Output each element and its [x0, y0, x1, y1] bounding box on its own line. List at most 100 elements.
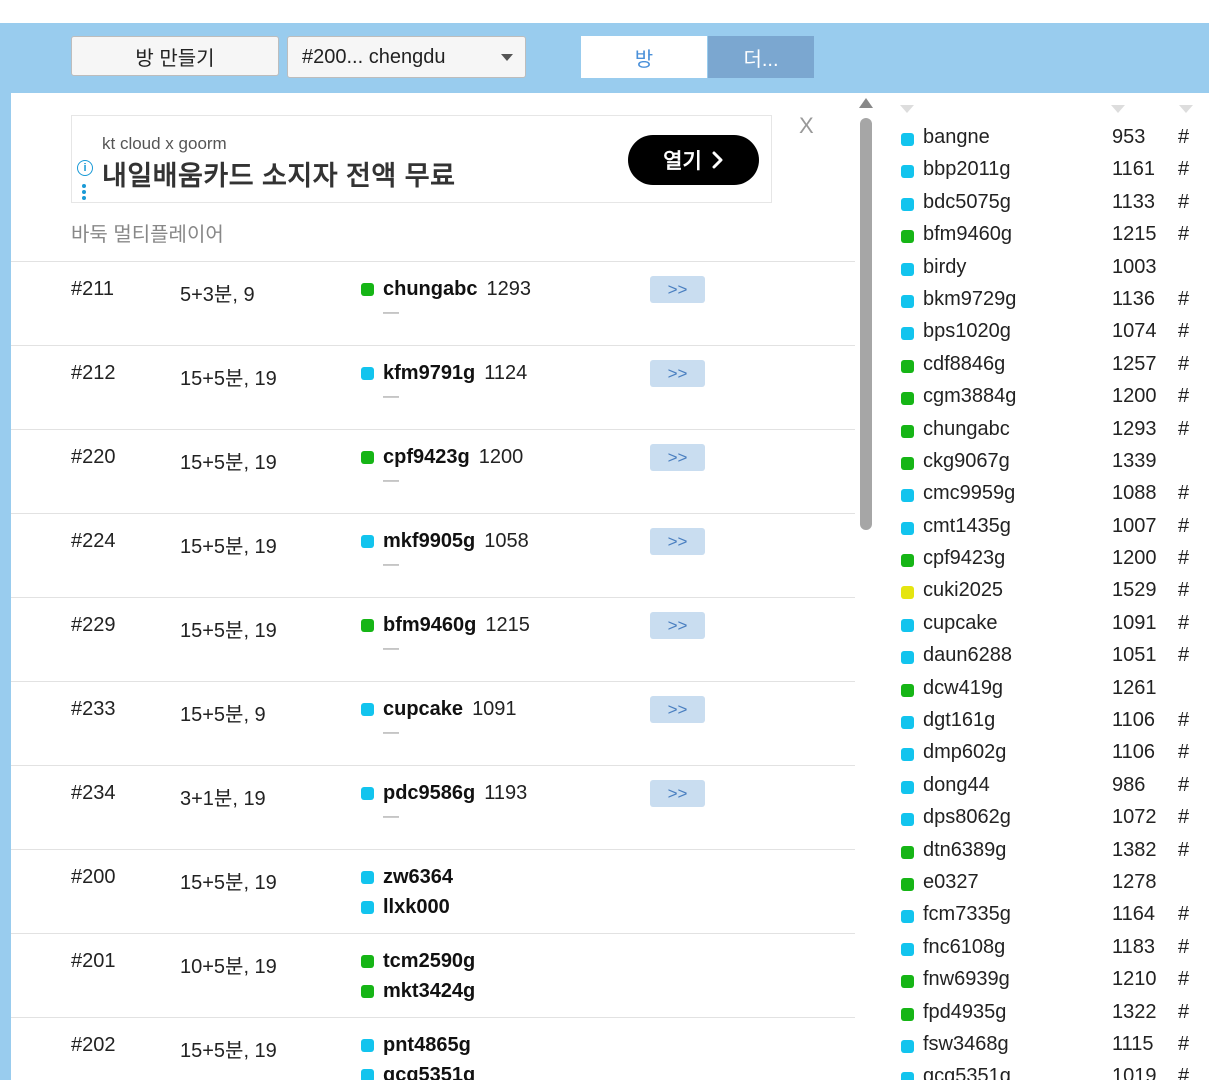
user-row[interactable]: fnw6939g 1210 # — [880, 964, 1209, 996]
room-row[interactable]: #224 15+5분, 19 mkf9905g 1058 — >> — [11, 513, 855, 597]
user-row[interactable]: dmp602g 1106 # — [880, 737, 1209, 769]
room-row[interactable]: #200 15+5분, 19 zw6364 llxk000 — [11, 849, 855, 933]
user-row[interactable]: cdf8846g 1257 # — [880, 349, 1209, 381]
room-player[interactable]: chungabc 1293 — [361, 278, 531, 301]
tab-more[interactable]: 더... — [708, 36, 814, 78]
ad-banner[interactable]: i kt cloud x goorm 내일배움카드 소지자 전액 무료 열기 — [71, 115, 772, 203]
watch-button[interactable]: >> — [650, 612, 705, 639]
ad-close-button[interactable]: X — [799, 113, 814, 139]
more-vertical-icon[interactable] — [82, 184, 86, 202]
sort-rating-icon[interactable] — [1111, 105, 1125, 113]
user-status-dot — [901, 618, 914, 632]
room-player[interactable]: bfm9460g 1215 — [361, 614, 530, 637]
room-player[interactable]: zw6364 — [361, 866, 453, 889]
user-row[interactable]: fsw3468g 1115 # — [880, 1029, 1209, 1061]
room-row[interactable]: #220 15+5분, 19 cpf9423g 1200 — >> — [11, 429, 855, 513]
user-row[interactable]: bangne 953 # — [880, 122, 1209, 154]
room-player[interactable]: tcm2590g — [361, 950, 475, 973]
room-player[interactable]: gcg5351g — [361, 1064, 475, 1080]
room-row[interactable]: #201 10+5분, 19 tcm2590g mkt3424g — [11, 933, 855, 1017]
user-status-dot — [901, 1072, 914, 1080]
user-row[interactable]: dong44 986 # — [880, 770, 1209, 802]
player-status-dot — [361, 901, 374, 914]
user-row[interactable]: dps8062g 1072 # — [880, 802, 1209, 834]
watch-button[interactable]: >> — [650, 444, 705, 471]
user-row[interactable]: bbp2011g 1161 # — [880, 154, 1209, 186]
room-player[interactable]: mkf9905g 1058 — [361, 530, 529, 553]
user-status-dot — [901, 554, 914, 568]
user-status-dot — [901, 651, 914, 665]
user-row[interactable]: dcw419g 1261 — [880, 673, 1209, 705]
watch-button[interactable]: >> — [650, 780, 705, 807]
user-row[interactable]: ckg9067g 1339 — [880, 446, 1209, 478]
watch-button[interactable]: >> — [650, 276, 705, 303]
player-name: tcm2590g — [383, 950, 476, 972]
user-row[interactable]: cmc9959g 1088 # — [880, 478, 1209, 510]
user-row[interactable]: gcg5351g 1019 # — [880, 1061, 1209, 1080]
room-player[interactable]: cpf9423g 1200 — [361, 446, 523, 469]
tab-room[interactable]: 방 — [581, 36, 707, 78]
user-row[interactable]: dgt161g 1106 # — [880, 705, 1209, 737]
room-row[interactable]: #212 15+5분, 19 kfm9791g 1124 — >> — [11, 345, 855, 429]
room-player[interactable]: pdc9586g 1193 — [361, 782, 527, 805]
user-rating: 1074 — [1112, 320, 1157, 343]
user-row[interactable]: cpf9423g 1200 # — [880, 543, 1209, 575]
room-row[interactable]: #229 15+5분, 19 bfm9460g 1215 — >> — [11, 597, 855, 681]
user-row[interactable]: bfm9460g 1215 # — [880, 219, 1209, 251]
user-row[interactable]: cgm3884g 1200 # — [880, 381, 1209, 413]
scrollbar-thumb[interactable] — [860, 118, 872, 530]
user-rating: 1339 — [1112, 449, 1157, 472]
info-icon[interactable]: i — [77, 160, 93, 176]
room-row[interactable]: #234 3+1분, 19 pdc9586g 1193 — >> — [11, 765, 855, 849]
room-player[interactable]: pnt4865g — [361, 1034, 471, 1057]
ad-open-button[interactable]: 열기 — [628, 135, 759, 185]
user-row[interactable]: cmt1435g 1007 # — [880, 511, 1209, 543]
user-name: gcg5351g — [923, 1065, 1011, 1080]
user-status-dot — [901, 262, 914, 276]
create-room-button[interactable]: 방 만들기 — [71, 36, 279, 76]
watch-button[interactable]: >> — [650, 360, 705, 387]
user-row[interactable]: fnc6108g 1183 # — [880, 932, 1209, 964]
room-select[interactable]: #200... chengdu — [287, 36, 526, 78]
room-player[interactable]: llxk000 — [361, 896, 450, 919]
user-row[interactable]: cupcake 1091 # — [880, 608, 1209, 640]
user-row[interactable]: chungabc 1293 # — [880, 414, 1209, 446]
sort-color-icon[interactable] — [900, 105, 914, 113]
scroll-up-arrow-icon[interactable] — [859, 98, 873, 108]
player-name: cpf9423g — [383, 446, 470, 468]
watch-button[interactable]: >> — [650, 696, 705, 723]
user-status-dot — [901, 489, 914, 503]
user-row[interactable]: e0327 1278 — [880, 867, 1209, 899]
user-row[interactable]: fpd4935g 1322 # — [880, 997, 1209, 1029]
user-rating: 1072 — [1112, 806, 1157, 829]
user-row[interactable]: fcm7335g 1164 # — [880, 899, 1209, 931]
watch-button[interactable]: >> — [650, 528, 705, 555]
user-name: cupcake — [923, 611, 998, 634]
waiting-slot: — — [383, 808, 399, 825]
room-row[interactable]: #233 15+5분, 9 cupcake 1091 — >> — [11, 681, 855, 765]
user-mark: # — [1178, 773, 1190, 796]
user-name: bdc5075g — [923, 190, 1011, 213]
user-row[interactable]: dtn6389g 1382 # — [880, 835, 1209, 867]
room-player[interactable]: mkt3424g — [361, 980, 475, 1003]
room-player[interactable]: kfm9791g 1124 — [361, 362, 527, 385]
room-id: #202 — [71, 1034, 116, 1056]
user-row[interactable]: birdy 1003 — [880, 252, 1209, 284]
user-row[interactable]: bdc5075g 1133 # — [880, 187, 1209, 219]
room-id: #201 — [71, 950, 116, 972]
room-time-control: 10+5분, 19 — [180, 956, 277, 978]
user-row[interactable]: bkm9729g 1136 # — [880, 284, 1209, 316]
user-status-dot — [901, 230, 914, 244]
user-mark: # — [1178, 287, 1190, 310]
room-row[interactable]: #202 15+5분, 19 pnt4865g gcg5351g — [11, 1017, 855, 1080]
room-time-control: 15+5분, 19 — [180, 872, 277, 894]
user-row[interactable]: daun6288 1051 # — [880, 640, 1209, 672]
user-rating: 1183 — [1112, 935, 1156, 958]
user-row[interactable]: cuki2025 1529 # — [880, 575, 1209, 607]
sort-mark-icon[interactable] — [1179, 105, 1193, 113]
room-player[interactable]: cupcake 1091 — [361, 698, 517, 721]
user-status-dot — [901, 845, 914, 859]
user-row[interactable]: bps1020g 1074 # — [880, 316, 1209, 348]
user-name: cdf8846g — [923, 352, 1006, 375]
room-row[interactable]: #211 5+3분, 9 chungabc 1293 — >> — [11, 261, 855, 345]
